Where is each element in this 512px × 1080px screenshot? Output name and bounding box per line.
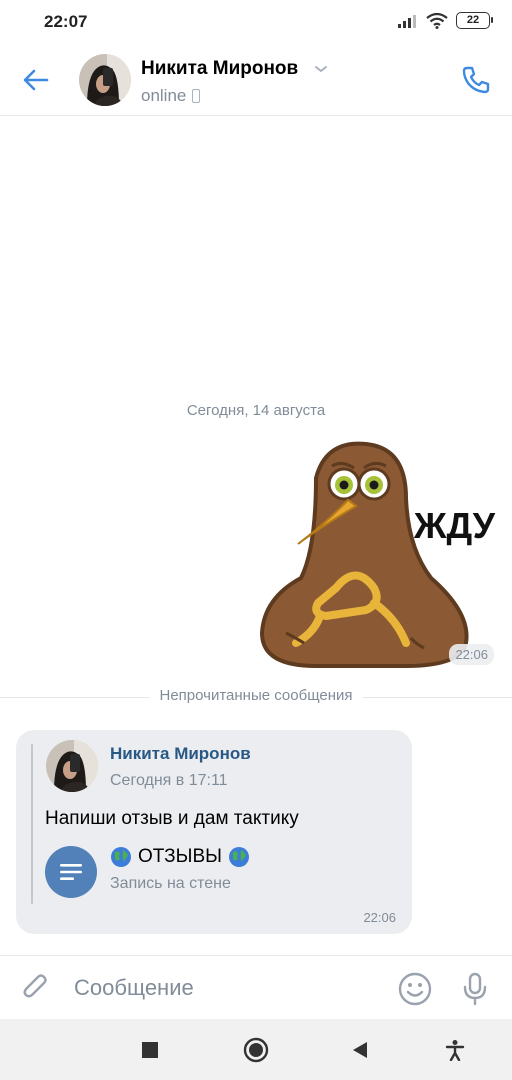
signal-icon (398, 14, 416, 28)
voice-message-button[interactable] (456, 970, 494, 1008)
microphone-icon (463, 972, 487, 1006)
chevron-down-icon[interactable] (314, 64, 328, 74)
mobile-phone-icon (192, 89, 201, 103)
recents-square-icon (142, 1042, 158, 1058)
accessibility-icon (445, 1040, 465, 1061)
battery-icon: 22 (456, 12, 493, 29)
status-bar: 22:07 22 (0, 0, 512, 44)
date-separator: Сегодня, 14 августа (186, 402, 326, 419)
recents-button[interactable] (135, 1035, 165, 1065)
message-input[interactable] (74, 970, 374, 1006)
attach-button[interactable] (18, 970, 54, 1006)
home-circle-icon (243, 1037, 269, 1063)
status-text: online (141, 86, 187, 105)
attachment-title-text: ОТЗЫВЫ (138, 846, 222, 867)
back-triangle-icon (353, 1042, 367, 1058)
unread-separator: Непрочитанные сообщения (0, 687, 512, 707)
wifi-icon (426, 12, 448, 29)
contact-status: online (141, 86, 201, 106)
wall-post-icon[interactable] (45, 846, 97, 898)
sticker-caption: ЖДУ (413, 505, 496, 546)
sticker-message[interactable]: ЖДУ (256, 438, 496, 670)
attachment-subtitle: Запись на стене (110, 875, 231, 892)
unread-label: Непрочитанные сообщения (149, 687, 363, 704)
smiley-icon (398, 972, 432, 1006)
message-composer (0, 955, 512, 1019)
forward-bar (31, 744, 33, 904)
phone-call-icon (462, 66, 490, 94)
chat-header: Никита Миронов online (0, 44, 512, 116)
contact-name[interactable]: Никита Миронов (141, 58, 298, 80)
message-time: 22:06 (363, 910, 396, 925)
back-arrow-icon (23, 69, 49, 91)
paperclip-icon (23, 974, 47, 998)
avatar[interactable] (79, 54, 131, 106)
accessibility-button[interactable] (440, 1035, 470, 1065)
forwarded-time: Сегодня в 17:11 (110, 772, 228, 789)
status-time: 22:07 (44, 12, 88, 31)
message-bubble[interactable]: Никита Миронов Сегодня в 17:11 Напиши от… (16, 730, 412, 934)
call-button[interactable] (458, 62, 494, 98)
attachment-title[interactable]: ОТЗЫВЫ (110, 846, 250, 868)
forwarded-author[interactable]: Никита Миронов (110, 744, 251, 764)
globe-icon (111, 847, 131, 867)
back-nav-button[interactable] (345, 1035, 375, 1065)
system-nav-bar (0, 1019, 512, 1080)
globe-icon (228, 847, 249, 867)
home-button[interactable] (241, 1035, 271, 1065)
emoji-button[interactable] (396, 970, 434, 1008)
status-icons: 22 (398, 12, 493, 29)
forwarded-avatar[interactable] (46, 740, 98, 792)
back-button[interactable] (18, 62, 54, 98)
message-text: Напиши отзыв и дам тактику (45, 808, 299, 829)
sticker-time: 22:06 (449, 644, 494, 665)
